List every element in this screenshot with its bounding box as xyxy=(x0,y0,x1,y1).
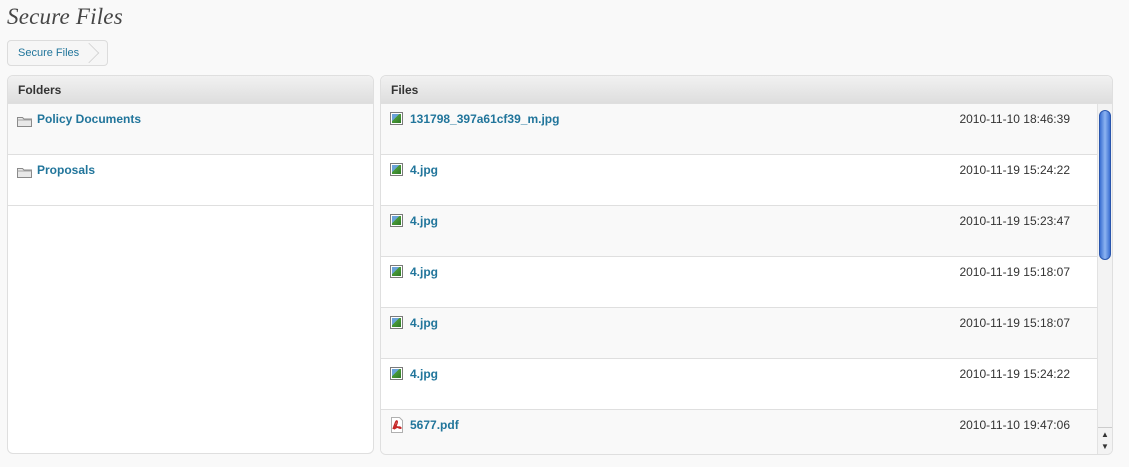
folders-header: Folders xyxy=(8,76,373,104)
image-file-icon xyxy=(390,163,403,176)
folder-name-link[interactable]: Proposals xyxy=(37,163,95,177)
file-name-link[interactable]: 4.jpg xyxy=(410,214,438,228)
pdf-file-icon xyxy=(391,417,403,433)
file-name-link[interactable]: 4.jpg xyxy=(410,265,438,279)
page-title: Secure Files xyxy=(7,4,123,29)
image-file-icon xyxy=(390,112,403,125)
breadcrumb-item-secure-files[interactable]: Secure Files xyxy=(8,41,92,65)
files-header: Files xyxy=(381,76,1112,104)
file-name-link[interactable]: 5677.pdf xyxy=(410,418,459,432)
file-row[interactable]: 5677.pdf 2010-11-10 19:47:06 xyxy=(381,410,1097,454)
image-file-icon xyxy=(390,367,403,380)
file-date: 2010-11-19 15:24:22 xyxy=(959,367,1070,381)
folder-name-link[interactable]: Policy Documents xyxy=(37,112,141,126)
image-file-icon xyxy=(390,316,403,329)
scroll-down-arrow-icon[interactable]: ▼ xyxy=(1098,440,1112,453)
file-date: 2010-11-19 15:24:22 xyxy=(959,163,1070,177)
image-file-icon xyxy=(390,265,403,278)
file-date: 2010-11-10 18:46:39 xyxy=(959,112,1070,126)
file-row[interactable]: 4.jpg 2010-11-19 15:24:22 xyxy=(381,359,1097,410)
file-name-link[interactable]: 4.jpg xyxy=(410,367,438,381)
file-date: 2010-11-19 15:18:07 xyxy=(959,265,1070,279)
files-list: 131798_397a61cf39_m.jpg 2010-11-10 18:46… xyxy=(381,104,1097,454)
scrollbar-thumb[interactable] xyxy=(1099,110,1111,260)
folder-row[interactable]: Proposals xyxy=(8,155,373,206)
file-date: 2010-11-19 15:18:07 xyxy=(959,316,1070,330)
file-name-link[interactable]: 131798_397a61cf39_m.jpg xyxy=(410,112,559,126)
file-name-link[interactable]: 4.jpg xyxy=(410,163,438,177)
files-panel: Files 131798_397a61cf39_m.jpg 2010-11-10… xyxy=(380,75,1113,455)
file-row[interactable]: 4.jpg 2010-11-19 15:24:22 xyxy=(381,155,1097,206)
folder-row[interactable]: Policy Documents xyxy=(8,104,373,155)
folder-icon xyxy=(17,117,32,127)
file-name-link[interactable]: 4.jpg xyxy=(410,316,438,330)
file-row[interactable]: 4.jpg 2010-11-19 15:23:47 xyxy=(381,206,1097,257)
file-row[interactable]: 131798_397a61cf39_m.jpg 2010-11-10 18:46… xyxy=(381,104,1097,155)
image-file-icon xyxy=(390,214,403,227)
file-date: 2010-11-10 19:47:06 xyxy=(959,418,1070,432)
folders-panel: Folders Policy Documents Proposals xyxy=(7,75,374,454)
files-scrollbar[interactable]: ▲ ▼ xyxy=(1097,104,1112,454)
file-date: 2010-11-19 15:23:47 xyxy=(959,214,1070,228)
folder-icon xyxy=(17,168,32,178)
breadcrumb: Secure Files xyxy=(7,40,108,66)
file-row[interactable]: 4.jpg 2010-11-19 15:18:07 xyxy=(381,257,1097,308)
file-row[interactable]: 4.jpg 2010-11-19 15:18:07 xyxy=(381,308,1097,359)
scroll-up-arrow-icon[interactable]: ▲ xyxy=(1098,427,1112,440)
